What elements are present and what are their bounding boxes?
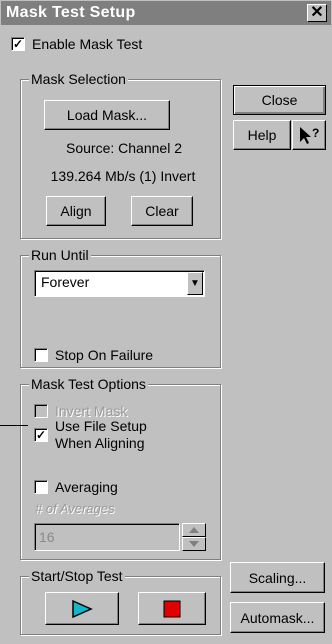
start-test-button[interactable] (45, 592, 119, 625)
align-label: Align (60, 203, 92, 219)
spin-down-button[interactable] (182, 537, 206, 551)
averaging-checkbox[interactable]: Averaging (34, 479, 118, 495)
help-label: Help (247, 127, 277, 143)
run-until-title: Run Until (29, 247, 91, 263)
stop-square-icon (163, 600, 181, 617)
automask-label: Automask... (240, 609, 315, 626)
arrow-question-icon: ? (300, 126, 319, 144)
clear-label: Clear (145, 203, 179, 219)
use-file-setup-checkbox[interactable]: ✓ Use File Setup When Aligning (34, 418, 147, 452)
title-bar[interactable]: Mask Test Setup ✕ (1, 1, 331, 25)
source-text: Source: Channel 2 (66, 140, 182, 156)
start-stop-title: Start/Stop Test (29, 568, 125, 584)
chevron-down-icon[interactable]: ▼ (187, 272, 203, 295)
stop-test-button[interactable] (138, 592, 206, 625)
invert-mask-checkbox[interactable]: Invert Mask (34, 403, 127, 419)
spin-up-button[interactable] (182, 523, 206, 537)
averaging-label: Averaging (55, 479, 118, 495)
close-icon: ✕ (310, 4, 324, 21)
enable-mask-test-checkbox[interactable]: ✓ Enable Mask Test (11, 36, 142, 52)
stop-on-failure-check[interactable] (34, 348, 48, 362)
run-until-value: Forever (41, 274, 90, 290)
load-mask-button[interactable]: Load Mask... (44, 100, 170, 130)
mask-test-setup-dialog: Mask Test Setup ✕ ✓ Enable Mask Test Mas… (0, 0, 332, 644)
rate-text: 139.264 Mb/s (1) Invert (50, 168, 196, 184)
averaging-check[interactable] (34, 480, 48, 494)
enable-mask-test-check[interactable]: ✓ (11, 37, 25, 51)
help-button[interactable]: Help (233, 120, 291, 150)
callout-leader-line (0, 425, 28, 426)
use-file-setup-check[interactable]: ✓ (34, 428, 48, 442)
invert-mask-label: Invert Mask (55, 403, 128, 419)
automask-button[interactable]: Automask... (230, 602, 325, 633)
load-mask-label: Load Mask... (66, 107, 148, 123)
align-button[interactable]: Align (46, 196, 106, 226)
close-label: Close (261, 92, 298, 108)
num-averages-label: # of Averages (35, 501, 115, 516)
stop-on-failure-checkbox[interactable]: Stop On Failure (34, 347, 153, 363)
run-until-select[interactable]: Forever ▼ (34, 270, 205, 297)
close-button[interactable]: Close (233, 85, 326, 115)
mask-selection-title: Mask Selection (29, 71, 128, 87)
close-window-button[interactable]: ✕ (307, 4, 327, 22)
play-triangle-icon (72, 599, 93, 618)
arrow-down-icon (189, 541, 199, 547)
use-file-setup-label-line1: Use File Setup (55, 418, 147, 434)
clear-button[interactable]: Clear (131, 196, 193, 226)
arrow-up-icon (189, 527, 199, 533)
scaling-label: Scaling... (248, 569, 307, 586)
mask-test-options-title: Mask Test Options (29, 376, 148, 392)
enable-mask-test-label: Enable Mask Test (32, 36, 143, 52)
invert-mask-check[interactable] (34, 404, 48, 418)
use-file-setup-label-line2: When Aligning (55, 435, 145, 451)
window-title: Mask Test Setup (6, 4, 136, 21)
whats-this-help-button[interactable]: ? (292, 120, 326, 150)
svg-text:?: ? (312, 126, 319, 140)
stop-on-failure-label: Stop On Failure (55, 347, 154, 363)
scaling-button[interactable]: Scaling... (230, 562, 325, 593)
num-averages-input[interactable]: 16 (34, 523, 180, 551)
